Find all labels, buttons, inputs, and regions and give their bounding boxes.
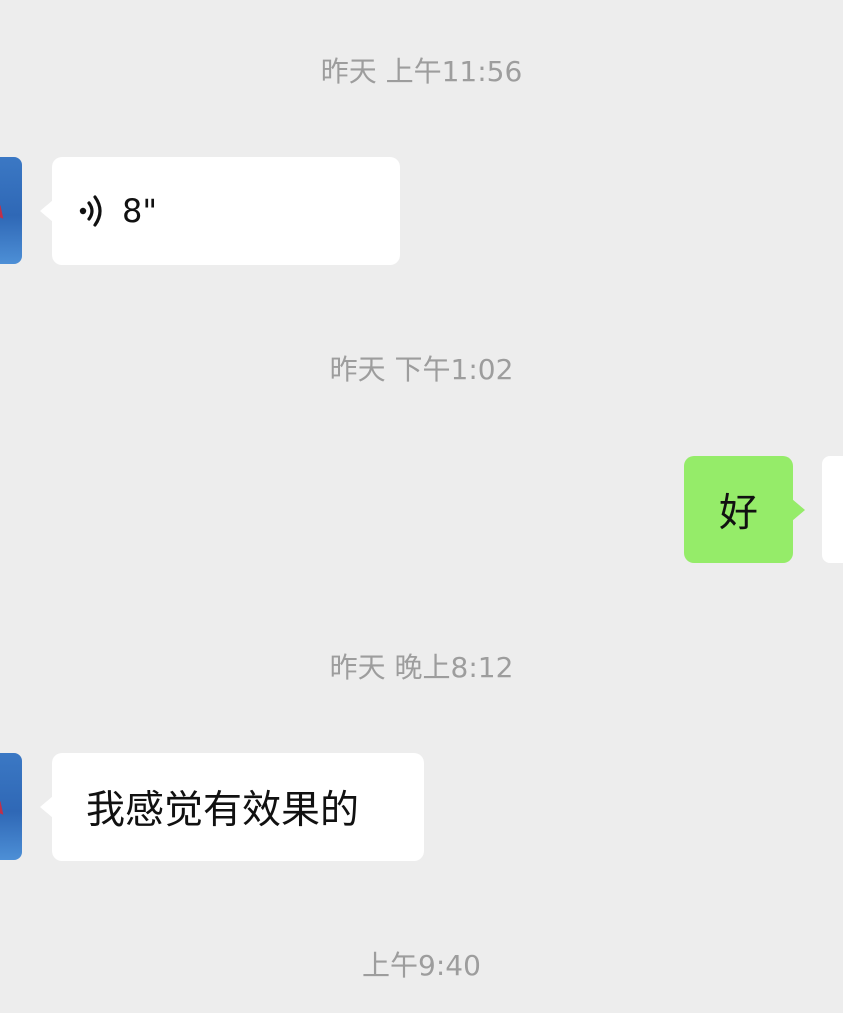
received-message-bubble[interactable]: 我感觉有效果的	[52, 753, 424, 861]
timestamp: 昨天 晚上8:12	[329, 651, 514, 684]
received-message-text: 我感觉有效果的	[86, 788, 360, 833]
contact-avatar[interactable]	[0, 157, 22, 264]
sent-message-bubble[interactable]: 好	[684, 456, 793, 563]
avatar-logo-icon	[0, 204, 4, 221]
voice-message-bubble[interactable]: 8"	[52, 157, 400, 265]
avatar-logo-icon	[0, 800, 4, 817]
contact-avatar[interactable]	[0, 753, 22, 860]
timestamp: 昨天 上午11:56	[320, 55, 523, 88]
voice-wave-icon	[78, 193, 108, 229]
timestamp: 昨天 下午1:02	[329, 353, 514, 386]
my-avatar[interactable]	[822, 456, 843, 563]
sent-message-text: 好	[718, 490, 758, 536]
timestamp: 上午9:40	[362, 949, 481, 982]
voice-duration: 8"	[122, 192, 158, 230]
